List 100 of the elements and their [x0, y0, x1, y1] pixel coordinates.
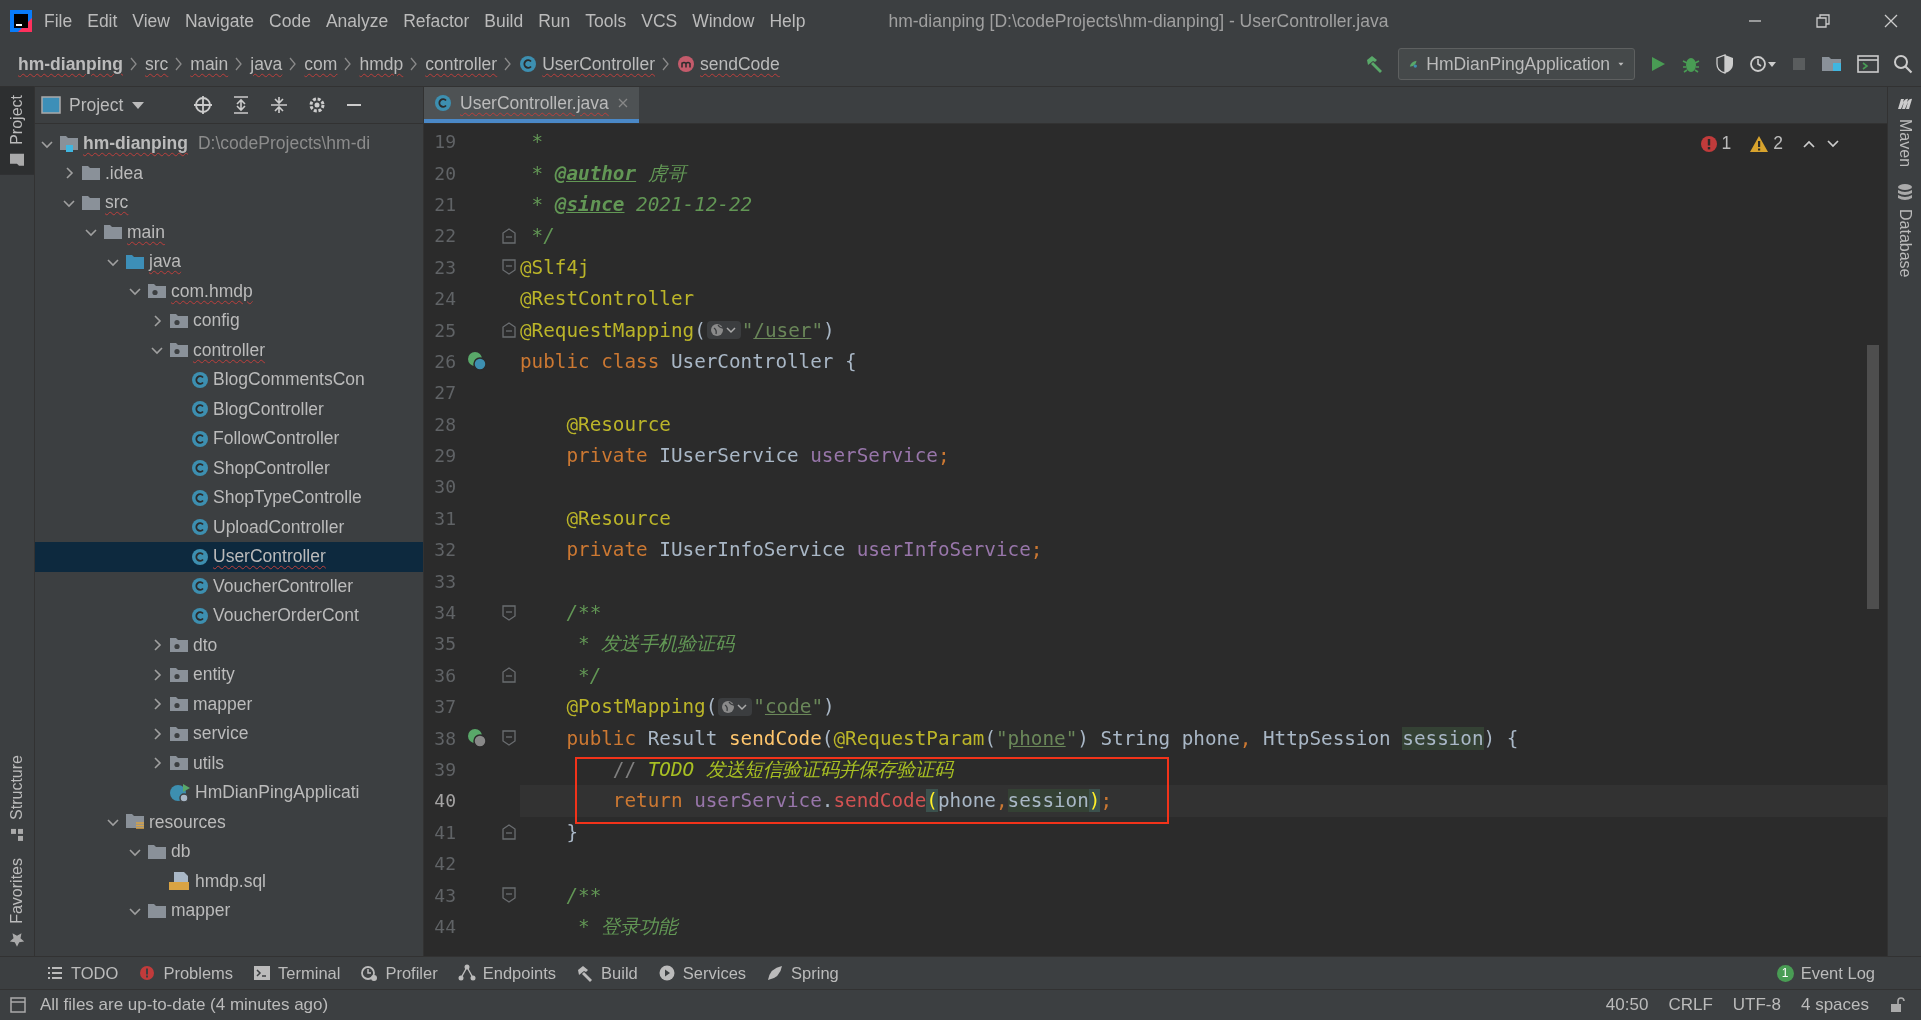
- tree-item[interactable]: main: [35, 217, 423, 247]
- menu-item[interactable]: Help: [769, 10, 806, 32]
- restore-icon[interactable]: [1815, 13, 1831, 29]
- breadcrumb[interactable]: com: [304, 53, 338, 75]
- error-count[interactable]: 1: [1699, 133, 1732, 154]
- menu-item[interactable]: Tools: [585, 10, 627, 32]
- run-config-dropdown[interactable]: HmDianPingApplication: [1398, 48, 1635, 80]
- tree-item[interactable]: ShopTypeControlle: [35, 483, 423, 513]
- tree-item[interactable]: hm-dianping D:\codeProjects\hm-di: [35, 129, 423, 159]
- globe-dropdown-icon[interactable]: [706, 320, 741, 341]
- fold-icon[interactable]: [502, 604, 516, 621]
- scrollbar-thumb[interactable]: [1867, 345, 1879, 609]
- tree-item[interactable]: mapper: [35, 689, 423, 719]
- run-icon[interactable]: [1649, 55, 1667, 73]
- fold-icon[interactable]: [502, 824, 516, 841]
- terminal-window-icon[interactable]: [1857, 54, 1879, 74]
- tree-item[interactable]: service: [35, 719, 423, 749]
- fold-icon[interactable]: [502, 259, 516, 276]
- profiler-icon[interactable]: [1749, 54, 1777, 74]
- fold-icon[interactable]: [502, 730, 516, 747]
- breadcrumb[interactable]: hmdp: [359, 53, 404, 75]
- tool-window-tab[interactable]: Database: [1888, 175, 1921, 286]
- status-item[interactable]: CRLF: [1668, 995, 1713, 1015]
- tree-item[interactable]: VoucherOrderCont: [35, 601, 423, 631]
- breadcrumb[interactable]: src: [145, 53, 169, 75]
- tool-window-button[interactable]: Build: [576, 963, 638, 983]
- menu-item[interactable]: View: [132, 10, 170, 32]
- project-view-dropdown[interactable]: Project: [41, 94, 146, 116]
- status-item[interactable]: 4 spaces: [1800, 995, 1869, 1015]
- menu-item[interactable]: Refactor: [403, 10, 470, 32]
- breadcrumb[interactable]: java: [250, 53, 283, 75]
- breadcrumb[interactable]: sendCode: [677, 53, 780, 75]
- collapse-all-icon[interactable]: [269, 95, 290, 115]
- breadcrumb[interactable]: hm-dianping: [18, 53, 123, 75]
- tree-item[interactable]: src: [35, 188, 423, 218]
- fold-icon[interactable]: [502, 667, 516, 684]
- event-log-button[interactable]: 1 Event Log: [1776, 963, 1875, 983]
- hammer-icon[interactable]: [1364, 54, 1384, 74]
- tree-item[interactable]: db: [35, 837, 423, 867]
- tree-item[interactable]: java: [35, 247, 423, 277]
- menu-item[interactable]: VCS: [641, 10, 678, 32]
- tool-window-button[interactable]: Terminal: [253, 963, 341, 983]
- tool-window-tab[interactable]: Project: [0, 87, 34, 175]
- fold-icon[interactable]: [502, 227, 516, 244]
- panel-toggle-icon[interactable]: [10, 997, 26, 1013]
- bean-class-icon[interactable]: [467, 351, 487, 372]
- tree-item[interactable]: com.hmdp: [35, 276, 423, 306]
- menu-item[interactable]: Run: [538, 10, 571, 32]
- menu-item[interactable]: File: [44, 10, 73, 32]
- fold-icon[interactable]: [502, 887, 516, 904]
- code-text: return userService.sendCode(phone,session);: [611, 789, 1113, 813]
- tree-item[interactable]: BlogCommentsCon: [35, 365, 423, 395]
- tree-item[interactable]: .idea: [35, 158, 423, 188]
- menu-item[interactable]: Edit: [87, 10, 118, 32]
- breadcrumb[interactable]: main: [190, 53, 229, 75]
- tree-item[interactable]: mapper: [35, 896, 423, 926]
- tree-item[interactable]: VoucherController: [35, 571, 423, 601]
- warning-count[interactable]: 2: [1749, 133, 1783, 154]
- tree-item[interactable]: controller: [35, 335, 423, 365]
- tree-item[interactable]: UploadController: [35, 512, 423, 542]
- tool-window-button[interactable]: Services: [657, 963, 747, 983]
- status-item[interactable]: UTF-8: [1732, 995, 1781, 1015]
- tree-item[interactable]: ShopController: [35, 453, 423, 483]
- tool-window-button[interactable]: Spring: [766, 963, 839, 983]
- globe-endpoint-icon[interactable]: [467, 728, 487, 749]
- tree-item[interactable]: BlogController: [35, 394, 423, 424]
- project-structure-icon[interactable]: [1821, 54, 1843, 74]
- tool-window-tab[interactable]: Favorites: [0, 850, 34, 956]
- coverage-icon[interactable]: [1715, 54, 1735, 74]
- breadcrumb[interactable]: UserController: [519, 53, 655, 75]
- status-item[interactable]: 40:50: [1605, 995, 1649, 1015]
- tree-item[interactable]: config: [35, 306, 423, 336]
- menu-item[interactable]: Build: [484, 10, 524, 32]
- tree-item[interactable]: entity: [35, 660, 423, 690]
- menu-item[interactable]: Navigate: [185, 10, 255, 32]
- close-icon[interactable]: [1883, 13, 1899, 29]
- tree-item[interactable]: hmdp.sql: [35, 866, 423, 896]
- search-icon[interactable]: [1893, 54, 1913, 74]
- tool-window-tab[interactable]: Maven: [1888, 87, 1921, 176]
- tool-window-button[interactable]: Problems: [138, 963, 234, 983]
- tool-window-tab[interactable]: Structure: [0, 747, 34, 851]
- menu-item[interactable]: Window: [692, 10, 755, 32]
- breadcrumb[interactable]: controller: [425, 53, 498, 75]
- tree-item[interactable]: utils: [35, 748, 423, 778]
- tree-item[interactable]: HmDianPingApplicati: [35, 778, 423, 808]
- menu-item[interactable]: Analyze: [325, 10, 389, 32]
- menu-item[interactable]: Code: [269, 10, 311, 32]
- tree-item[interactable]: dto: [35, 630, 423, 660]
- editor-tab[interactable]: UserController.java: [424, 87, 639, 123]
- tree-item[interactable]: UserController: [35, 542, 423, 572]
- tree-item[interactable]: resources: [35, 807, 423, 837]
- tree-item[interactable]: FollowController: [35, 424, 423, 454]
- lock-icon[interactable]: [1889, 997, 1905, 1013]
- tool-window-button[interactable]: Profiler: [360, 963, 438, 983]
- fold-icon[interactable]: [502, 322, 516, 339]
- tool-window-button[interactable]: Endpoints: [457, 963, 557, 983]
- app-logo-icon[interactable]: [10, 10, 32, 32]
- globe-dropdown-icon[interactable]: [718, 696, 753, 717]
- locate-icon[interactable]: [193, 95, 214, 115]
- tool-window-button[interactable]: TODO: [46, 963, 119, 983]
